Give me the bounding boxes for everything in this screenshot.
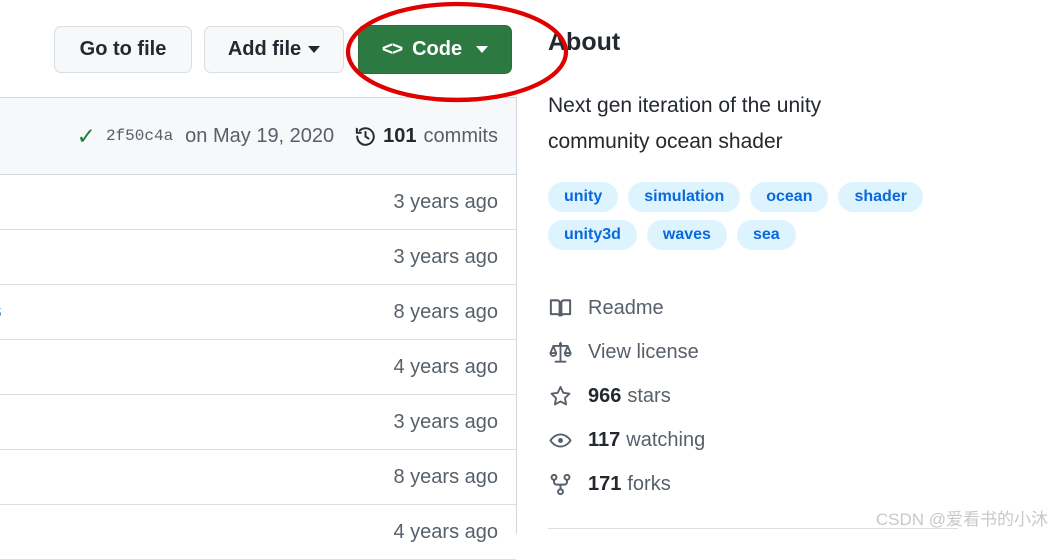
topic-tag[interactable]: sea xyxy=(737,220,796,250)
stars-row[interactable]: 966 stars xyxy=(548,374,968,418)
forks-text: forks xyxy=(627,473,670,496)
code-brackets-icon: <> xyxy=(382,40,402,59)
commit-count-link[interactable]: 101 commits xyxy=(354,125,498,148)
license-row[interactable]: View license xyxy=(548,330,968,374)
check-icon: ✓ xyxy=(77,125,96,148)
eye-icon xyxy=(548,428,572,452)
about-metadata-list: Readme View license xyxy=(548,286,968,506)
commit-sha[interactable]: 2f50c4a xyxy=(106,127,173,145)
about-heading: About xyxy=(548,28,620,57)
table-row[interactable]: 3 years ago xyxy=(0,175,516,230)
watching-row[interactable]: 117 watching xyxy=(548,418,968,462)
history-icon xyxy=(354,125,376,147)
forks-label[interactable]: 171 forks xyxy=(588,473,671,496)
repo-toolbar: Go to file Add file <> Code xyxy=(0,0,517,97)
stars-count: 966 xyxy=(588,385,621,408)
star-icon xyxy=(548,384,572,408)
file-age: 4 years ago xyxy=(393,521,498,544)
file-age: 3 years ago xyxy=(393,191,498,214)
topic-tag[interactable]: simulation xyxy=(628,182,740,212)
law-icon xyxy=(548,340,572,364)
topic-tag[interactable]: waves xyxy=(647,220,727,250)
repository-file-panel: Go to file Add file <> Code ✓ 2f50c4a on… xyxy=(0,0,517,534)
file-age: 3 years ago xyxy=(393,246,498,269)
file-age: 3 years ago xyxy=(393,411,498,434)
file-age: 8 years ago xyxy=(393,466,498,489)
table-row[interactable]: 4 years ago xyxy=(0,340,516,395)
license-text: View license xyxy=(588,341,699,364)
about-panel: About Next gen iteration of the unity co… xyxy=(548,0,1038,534)
table-row[interactable]: 4 years ago xyxy=(0,505,516,560)
watching-label[interactable]: 117 watching xyxy=(588,429,705,452)
fork-icon xyxy=(548,472,572,496)
chevron-down-icon xyxy=(476,46,488,53)
table-row[interactable]: 8 years ago xyxy=(0,450,516,505)
file-age: 4 years ago xyxy=(393,356,498,379)
file-name[interactable]: s xyxy=(0,301,2,323)
table-row[interactable]: s 8 years ago xyxy=(0,285,516,340)
csdn-watermark: CSDN @爱看书的小沐 xyxy=(876,505,1048,530)
topic-tag[interactable]: unity xyxy=(548,182,618,212)
forks-count: 171 xyxy=(588,473,621,496)
repository-description: Next gen iteration of the unity communit… xyxy=(548,88,888,160)
table-row[interactable]: 3 years ago xyxy=(0,395,516,450)
forks-row[interactable]: 171 forks xyxy=(548,462,968,506)
commit-count-word: commits xyxy=(424,125,498,148)
code-button[interactable]: <> Code xyxy=(358,25,512,74)
topic-tag[interactable]: ocean xyxy=(750,182,828,212)
file-age: 8 years ago xyxy=(393,301,498,324)
watching-text: watching xyxy=(626,429,705,452)
go-to-file-button[interactable]: Go to file xyxy=(54,26,192,73)
chevron-down-icon xyxy=(308,46,320,53)
readme-label[interactable]: Readme xyxy=(588,297,664,320)
go-to-file-label: Go to file xyxy=(80,38,167,61)
topic-tag[interactable]: shader xyxy=(838,182,922,212)
file-list: 3 years ago 3 years ago s 8 years ago 4 … xyxy=(0,175,517,534)
add-file-button[interactable]: Add file xyxy=(204,26,344,73)
commit-count-number: 101 xyxy=(383,125,416,148)
readme-row[interactable]: Readme xyxy=(548,286,968,330)
add-file-label: Add file xyxy=(228,38,301,61)
stars-label[interactable]: 966 stars xyxy=(588,385,671,408)
book-icon xyxy=(548,296,572,320)
table-row[interactable]: 3 years ago xyxy=(0,230,516,285)
commit-date: on May 19, 2020 xyxy=(185,125,334,148)
watching-count: 117 xyxy=(588,429,620,452)
stars-text: stars xyxy=(627,385,670,408)
latest-commit-bar: ✓ 2f50c4a on May 19, 2020 101 commits xyxy=(0,97,517,175)
topic-tag-list: unity simulation ocean shader unity3d wa… xyxy=(548,182,968,250)
topic-tag[interactable]: unity3d xyxy=(548,220,637,250)
license-label[interactable]: View license xyxy=(588,341,699,364)
readme-text: Readme xyxy=(588,297,664,320)
code-label: Code xyxy=(412,38,462,61)
